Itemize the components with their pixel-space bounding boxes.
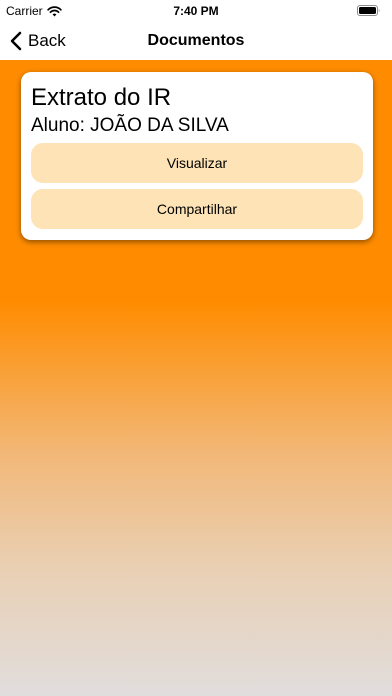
view-button[interactable]: Visualizar [31, 143, 363, 183]
main-content: Extrato do IR Aluno: JOÃO DA SILVA Visua… [0, 60, 392, 696]
document-card: Extrato do IR Aluno: JOÃO DA SILVA Visua… [21, 72, 373, 240]
navigation-bar: Back Documentos [0, 22, 392, 60]
page-title: Documentos [147, 32, 245, 49]
status-time: 7:40 PM [173, 4, 219, 18]
battery-icon [357, 5, 380, 16]
share-button[interactable]: Compartilhar [31, 189, 363, 229]
status-bar: Carrier 7:40 PM [0, 0, 392, 22]
document-title: Extrato do IR [31, 84, 172, 111]
student-name: Aluno: JOÃO DA SILVA [31, 115, 229, 136]
